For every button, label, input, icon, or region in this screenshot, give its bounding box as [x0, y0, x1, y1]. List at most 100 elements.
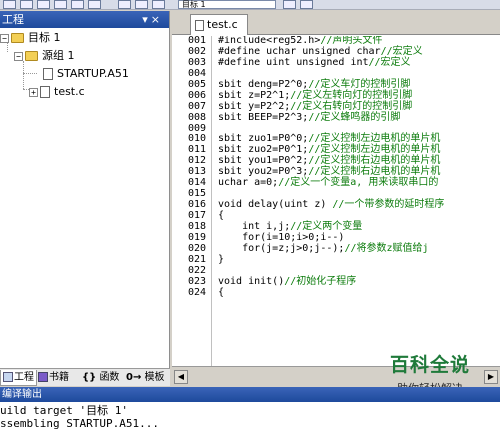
tree-item-file[interactable]: + test.c	[29, 84, 85, 100]
tab-label: test.c	[207, 18, 238, 31]
code-comment: //定义控制左边电机的单片机	[308, 144, 441, 156]
project-tree: − 目标 1 − 源组 1 STARTUP.A51 + test.c	[0, 28, 169, 98]
code-statement: sbit BEEP=P2^3;	[218, 111, 309, 123]
braces-icon: {}	[82, 372, 97, 383]
close-icon[interactable]: ×	[151, 13, 163, 26]
code-statement: #define uint unsigned int	[218, 56, 369, 68]
pin-icon[interactable]: ▾	[142, 13, 151, 26]
options-icon[interactable]	[283, 0, 296, 9]
code-comment: //定义车灯的控制引脚	[308, 78, 411, 90]
code-comment: //声明头文件	[320, 36, 383, 46]
code-statement: sbit zuo2=P0^1;	[218, 144, 309, 156]
tree-item-group[interactable]: − 源组 1	[14, 48, 75, 64]
project-panel-header: 工程 ▾×	[0, 11, 169, 28]
tree-item-label: test.c	[54, 85, 85, 98]
folder-icon	[25, 51, 38, 61]
code-line[interactable]: void delay(uint z) //一个带参数的延时程序	[218, 199, 500, 211]
code-comment: //定义控制左边电机的单片机	[308, 133, 441, 145]
code-statement: sbit z=P2^1;	[218, 89, 291, 101]
panel-controls: ▾×	[142, 11, 163, 28]
code-area[interactable]: 001 002 003 004 005 006 007 008 009 010 011 012 013 0…	[172, 36, 500, 366]
code-text[interactable]: #include<reg52.h>//声明头文件 #define uchar un…	[218, 36, 500, 299]
tab-test-c[interactable]: test.c	[190, 14, 248, 35]
toolbar-button-1[interactable]	[3, 0, 16, 9]
toolbar-button-4[interactable]	[54, 0, 67, 9]
toolbar-button-9[interactable]	[152, 0, 165, 9]
toolbar-button-2[interactable]	[20, 0, 33, 9]
code-comment: //定义两个变量	[290, 220, 363, 232]
tab-label: 函数	[99, 372, 120, 383]
line-number: 008	[187, 111, 206, 123]
code-comment: //宏定义	[368, 56, 411, 68]
code-statement: #define uchar unsigned char	[218, 45, 381, 57]
project-panel: 工程 ▾× − 目标 1 − 源组 1 STARTUP.A51 + test.c 工程…	[0, 11, 170, 386]
output-panel: uild target '目标 1' ssembling STARTUP.A51.…	[0, 402, 500, 430]
tab-label: 模板	[144, 372, 165, 383]
line-number: 006	[187, 89, 206, 101]
code-comment: //定义控制右边电机的单片机	[308, 155, 441, 167]
code-statement: sbit zuo1=P0^0;	[218, 133, 309, 145]
code-line[interactable]: void init()//初始化子程序	[218, 276, 500, 288]
watermark-title: 百科全说	[389, 354, 470, 376]
code-line[interactable]: }	[218, 253, 500, 266]
book-icon	[38, 372, 48, 382]
output-panel-title: 编译输出	[0, 387, 500, 402]
code-statement: {	[218, 286, 225, 298]
code-statement: }	[218, 253, 225, 265]
code-statement: #include<reg52.h>	[218, 36, 321, 46]
toolbar: 目标 1	[0, 0, 500, 10]
code-statement: sbit you1=P0^2;	[218, 155, 309, 167]
toolbar-button-5[interactable]	[71, 0, 84, 9]
tab-books[interactable]: 书籍	[36, 370, 71, 386]
code-statement: sbit you2=P0^3;	[218, 166, 309, 178]
toolbar-button-6[interactable]	[88, 0, 101, 9]
toolbar-button-3[interactable]	[37, 0, 50, 9]
code-comment: //定义蜂鸣器的引脚	[308, 111, 401, 123]
code-comment: //宏定义	[380, 45, 423, 57]
expand-icon[interactable]: +	[29, 87, 38, 97]
code-line[interactable]: {	[218, 286, 500, 299]
file-icon	[40, 86, 50, 98]
project-icon	[3, 372, 13, 382]
code-statement: uchar a=0;	[218, 177, 279, 189]
target-select[interactable]: 目标 1	[178, 0, 276, 9]
project-panel-title: 工程	[2, 13, 24, 26]
tree-item-file[interactable]: STARTUP.A51	[43, 66, 129, 82]
code-comment: //将参数z赋值给j	[344, 242, 429, 254]
code-comment: //定义一个变量a, 用来读取串口的	[278, 177, 439, 189]
tab-project[interactable]: 工程	[0, 370, 37, 386]
line-number: 022	[187, 264, 206, 276]
code-statement: sbit y=P2^2;	[218, 100, 291, 112]
line-number-gutter: 001 002 003 004 005 006 007 008 009 010 011 012 013 0…	[172, 36, 212, 366]
template-icon: 0→	[126, 372, 142, 383]
tab-label: 书籍	[49, 372, 69, 383]
code-statement: for(j=z;j>0;j--);	[218, 242, 345, 254]
code-line[interactable]: #define uint unsigned int//宏定义	[218, 56, 500, 69]
code-statement: sbit deng=P2^0;	[218, 78, 309, 90]
tree-item-label: 源组 1	[42, 49, 75, 62]
code-statement: {	[218, 210, 225, 221]
code-line[interactable]: sbit BEEP=P2^3;//定义蜂鸣器的引脚	[218, 111, 500, 124]
scroll-left-icon[interactable]: ◀	[174, 370, 188, 384]
code-comment: //定义控制右边电机的单片机	[308, 166, 441, 178]
code-comment: //定义左转向灯的控制引脚	[290, 89, 413, 101]
code-line[interactable]: for(j=z;j>0;j--);//将参数z赋值给j	[218, 242, 500, 255]
toolbar-button-10[interactable]	[300, 0, 313, 9]
code-statement: void delay(uint z)	[218, 199, 333, 211]
output-line: uild target '目标 1'	[0, 404, 128, 417]
collapse-icon[interactable]: −	[14, 51, 23, 61]
line-number: 007	[187, 100, 206, 112]
code-line[interactable]: uchar a=0;//定义一个变量a, 用来读取串口的	[218, 177, 500, 189]
toolbar-button-7[interactable]	[118, 0, 131, 9]
code-editor: test.c 001 002 003 004 005 006 007 008 009 010 011…	[172, 11, 500, 386]
tab-label: 工程	[14, 372, 34, 383]
toolbar-button-8[interactable]	[135, 0, 148, 9]
tree-item-target[interactable]: − 目标 1	[0, 30, 61, 46]
code-statement: for(i=10;i>0;i--)	[218, 231, 345, 243]
tab-functions[interactable]: {} 函数	[80, 370, 121, 386]
tree-item-label: STARTUP.A51	[57, 67, 129, 80]
collapse-icon[interactable]: −	[0, 33, 9, 43]
tab-templates[interactable]: 0→ 模板	[124, 370, 167, 386]
output-line: ssembling STARTUP.A51...	[0, 417, 159, 430]
tree-item-label: 目标 1	[28, 31, 61, 44]
